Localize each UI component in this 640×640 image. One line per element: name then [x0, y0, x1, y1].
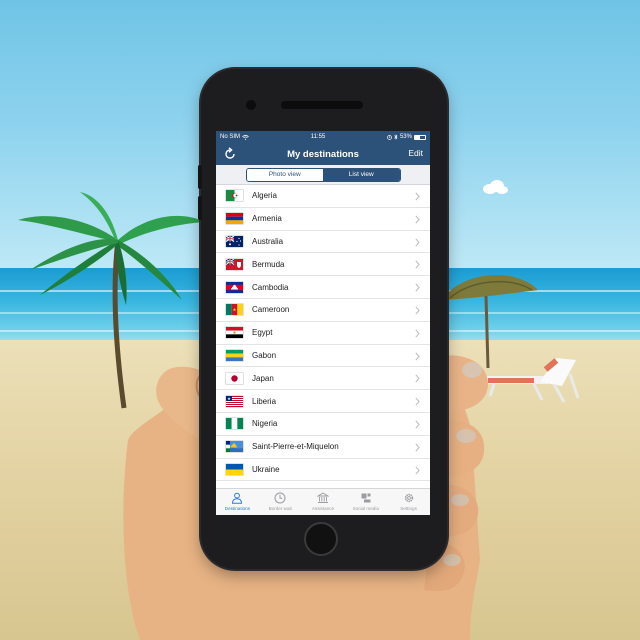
chevron-right-icon [415, 329, 420, 338]
country-name: Cameroon [252, 305, 290, 315]
country-name: Liberia [252, 396, 277, 406]
chevron-right-icon [415, 283, 420, 292]
building-icon [316, 492, 329, 503]
photo-view-tab[interactable]: Photo view [246, 168, 323, 181]
list-item[interactable]: Egypt [216, 322, 430, 345]
armenia-flag-icon [226, 213, 243, 225]
cambodia-flag-icon [226, 281, 243, 293]
edit-button[interactable]: Edit [408, 148, 423, 158]
list-item[interactable]: Ukraine [216, 459, 430, 482]
country-name: Armenia [252, 214, 282, 224]
list-item[interactable]: Liberia [216, 390, 430, 413]
tab-assistance[interactable]: Assistance [302, 489, 345, 515]
list-item[interactable]: Saint-Pierre-et-Miquelon [216, 436, 430, 459]
country-name: Cambodia [252, 282, 289, 292]
clock-icon [274, 492, 286, 504]
refresh-icon[interactable] [223, 147, 237, 161]
country-name: Bermuda [252, 259, 285, 269]
country-name: Saint-Pierre-et-Miquelon [252, 442, 339, 452]
chevron-right-icon [415, 397, 420, 406]
alarm-icon [387, 134, 392, 140]
front-camera [246, 100, 256, 110]
egypt-flag-icon [226, 327, 243, 339]
tab-destinations[interactable]: Destinations [216, 489, 259, 515]
view-toggle-bar: Photo view List view [216, 165, 430, 185]
ukraine-flag-icon [226, 463, 243, 475]
home-button[interactable] [304, 522, 338, 556]
chevron-right-icon [415, 466, 420, 475]
volume-down-button [198, 196, 202, 220]
list-item[interactable]: Australia [216, 231, 430, 254]
list-item[interactable]: Cameroon [216, 299, 430, 322]
chevron-right-icon [415, 260, 420, 269]
tab-bar: Destinations Border wait Assistance Soci… [216, 488, 430, 515]
page-title: My destinations [287, 148, 359, 160]
algeria-flag-icon [226, 190, 243, 202]
list-item[interactable]: Armenia [216, 208, 430, 231]
chevron-right-icon [415, 215, 420, 224]
list-view-tab[interactable]: List view [323, 168, 400, 181]
social-media-icon [361, 493, 371, 503]
status-bar: No SIM 11:55 53% [216, 131, 430, 143]
chevron-right-icon [415, 306, 420, 315]
gabon-flag-icon [226, 349, 243, 361]
view-segmented-control: Photo view List view [245, 167, 401, 182]
country-name: Algeria [252, 191, 277, 201]
list-item[interactable]: Nigeria [216, 413, 430, 436]
battery-icon [413, 134, 426, 140]
japan-flag-icon [226, 372, 243, 384]
country-name: Japan [252, 373, 274, 383]
person-icon [232, 492, 243, 504]
tab-border-wait[interactable]: Border wait [259, 489, 302, 515]
chevron-right-icon [415, 374, 420, 383]
tab-settings[interactable]: Settings [387, 489, 430, 515]
liberia-flag-icon [226, 395, 243, 407]
list-item[interactable]: Algeria [216, 185, 430, 208]
australia-flag-icon [226, 235, 243, 247]
carrier-label: No SIM [220, 134, 241, 140]
nigeria-flag-icon [226, 418, 243, 430]
chevron-right-icon [415, 420, 420, 429]
destinations-list: Algeria Armenia Australia Bermuda Cambod… [216, 185, 430, 482]
cameroon-flag-icon [226, 304, 243, 316]
country-name: Australia [252, 236, 284, 246]
earpiece-speaker [281, 101, 363, 109]
list-item[interactable]: Japan [216, 367, 430, 391]
list-item[interactable]: Cambodia [216, 276, 430, 299]
chevron-right-icon [415, 192, 420, 201]
status-time: 11:55 [310, 134, 326, 140]
volume-up-button [198, 165, 202, 189]
nav-bar: My destinations Edit [216, 143, 430, 165]
list-item[interactable]: Bermuda [216, 253, 430, 277]
gear-icon [404, 493, 413, 503]
bermuda-flag-icon [226, 258, 243, 270]
phone-screen: No SIM 11:55 53% My destinations Edit Ph… [216, 131, 430, 515]
chevron-right-icon [415, 443, 420, 452]
battery-percent: 53% [399, 134, 412, 140]
wifi-icon [242, 134, 249, 140]
list-item[interactable]: Gabon [216, 345, 430, 368]
tab-social-media[interactable]: Social media [344, 489, 387, 515]
country-name: Nigeria [252, 419, 278, 429]
country-name: Gabon [252, 350, 277, 360]
bluetooth-icon [394, 134, 398, 140]
country-name: Egypt [252, 328, 273, 338]
chevron-right-icon [415, 238, 420, 247]
country-name: Ukraine [252, 464, 280, 474]
chevron-right-icon [415, 352, 420, 361]
saint-pierre-et-miquelon-flag-icon [226, 441, 243, 453]
